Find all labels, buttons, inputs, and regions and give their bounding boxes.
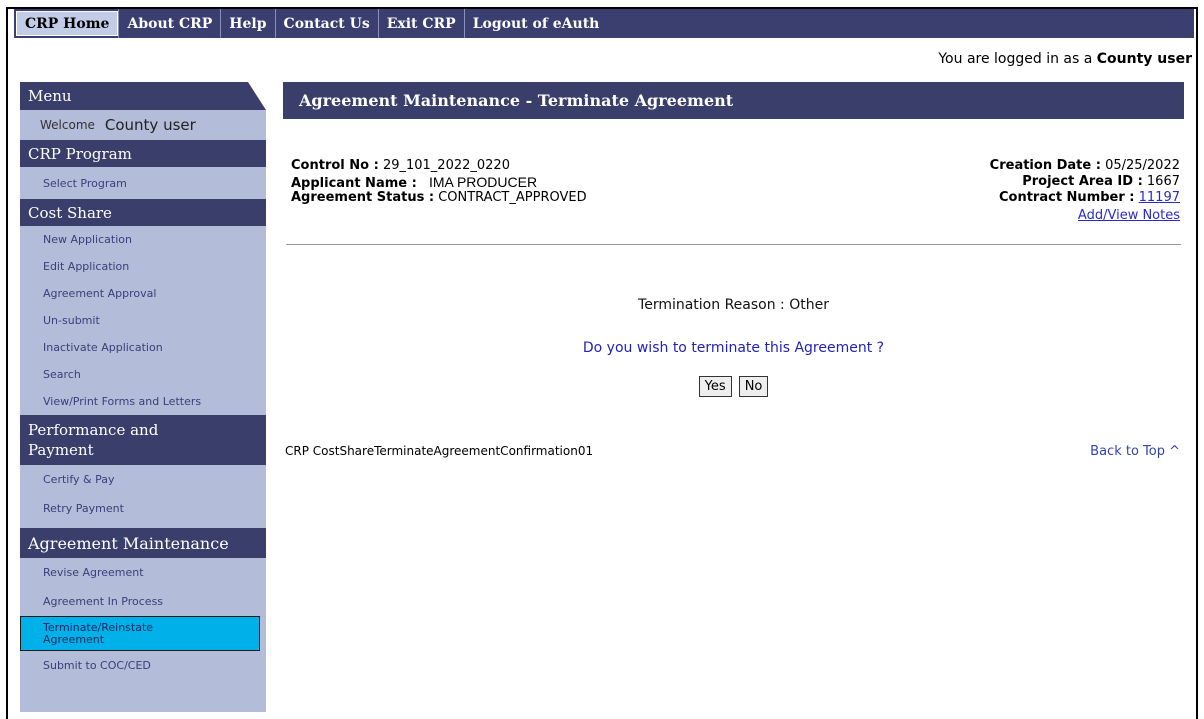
sidebar: Menu Welcome County user CRP Program Sel… (20, 82, 266, 712)
yes-button[interactable]: Yes (698, 376, 732, 397)
sidebar-item-new-application[interactable]: New Application (20, 226, 266, 253)
page-identifier: CRP CostShareTerminateAgreementConfirmat… (285, 444, 594, 458)
sidebar-item-retry-payment[interactable]: Retry Payment (20, 494, 266, 523)
project-area-label: Project Area ID : (1022, 174, 1143, 189)
control-no-row: Control No : 29_101_2022_0220 (291, 158, 510, 173)
login-role: County user (1096, 51, 1192, 67)
top-navigation: CRP Home About CRP Help Contact Us Exit … (14, 9, 1194, 38)
section-agreement-maintenance: Agreement Maintenance (20, 528, 266, 558)
section-title-line2: Payment (28, 441, 94, 459)
creation-date-label: Creation Date : (989, 158, 1101, 173)
sidebar-item-inactivate-application[interactable]: Inactivate Application (20, 334, 266, 361)
section-cost-share: Cost Share (20, 199, 266, 226)
termination-reason: Termination Reason : Other (638, 297, 829, 313)
notes-row: Add/View Notes (1078, 208, 1180, 223)
sidebar-item-certify-pay[interactable]: Certify & Pay (20, 465, 266, 494)
nav-crp-home[interactable]: CRP Home (16, 11, 119, 36)
divider (286, 244, 1181, 245)
sidebar-item-view-print-forms[interactable]: View/Print Forms and Letters (20, 388, 266, 415)
section-title: Agreement Maintenance (28, 533, 229, 553)
creation-date-value: 05/25/2022 (1105, 158, 1180, 173)
page-title-bar: Agreement Maintenance - Terminate Agreem… (283, 82, 1184, 119)
section-title: CRP Program (28, 144, 132, 163)
login-prefix: You are logged in as a (938, 51, 1093, 67)
sidebar-item-agreement-approval[interactable]: Agreement Approval (20, 280, 266, 307)
control-no-value: 29_101_2022_0220 (382, 158, 510, 173)
section-title: Cost Share (28, 203, 112, 222)
sidebar-item-terminate-reinstate[interactable]: Terminate/Reinstate Agreement (20, 616, 260, 651)
nav-about-crp[interactable]: About CRP (118, 9, 220, 38)
project-area-row: Project Area ID : 1667 (1022, 174, 1180, 189)
nav-exit-crp[interactable]: Exit CRP (377, 9, 464, 38)
project-area-value: 1667 (1146, 174, 1180, 189)
menu-header: Menu (20, 82, 266, 110)
status-row: Agreement Status : CONTRACT_APPROVED (291, 190, 587, 205)
creation-date-row: Creation Date : 05/25/2022 (990, 158, 1180, 173)
sidebar-item-agreement-in-process[interactable]: Agreement In Process (20, 587, 266, 616)
status-value: CONTRACT_APPROVED (438, 190, 587, 205)
sidebar-item-submit-coc-ced[interactable]: Submit to COC/CED (20, 651, 266, 679)
sidebar-item-select-program[interactable]: Select Program (20, 167, 266, 199)
confirm-buttons: Yes No (283, 375, 1184, 397)
confirm-question: Do you wish to terminate this Agreement … (582, 340, 885, 356)
applicant-row: Applicant Name : IMA PRODUCER (291, 174, 537, 191)
control-no-label: Control No : (291, 158, 379, 173)
section-title-line1: Performance and (28, 421, 159, 439)
sidebar-item-edit-application[interactable]: Edit Application (20, 253, 266, 280)
welcome-label: Welcome (40, 118, 95, 132)
sidebar-item-revise-agreement[interactable]: Revise Agreement (20, 558, 266, 587)
sidebar-item-un-submit[interactable]: Un-submit (20, 307, 266, 334)
welcome-row: Welcome County user (20, 110, 266, 140)
section-crp-program: CRP Program (20, 140, 266, 167)
applicant-value: IMA PRODUCER (428, 174, 538, 190)
back-to-top-link[interactable]: Back to Top ^ (1090, 444, 1180, 459)
item-label-line1: Terminate/Reinstate (43, 620, 154, 634)
nav-logout[interactable]: Logout of eAuth (463, 9, 608, 38)
no-button[interactable]: No (738, 376, 769, 397)
menu-title: Menu (28, 87, 72, 105)
nav-contact-us[interactable]: Contact Us (274, 9, 378, 38)
applicant-label: Applicant Name : (291, 176, 417, 191)
add-view-notes-link[interactable]: Add/View Notes (1078, 208, 1180, 223)
welcome-name: County user (104, 116, 196, 134)
status-label: Agreement Status : (291, 190, 435, 205)
contract-number-row: Contract Number : 11197 (999, 190, 1180, 205)
login-status: You are logged in as a County user (938, 51, 1192, 67)
sidebar-item-search[interactable]: Search (20, 361, 266, 388)
nav-help[interactable]: Help (220, 9, 274, 38)
item-label-line2: Agreement (43, 632, 105, 646)
contract-number-link[interactable]: 11197 (1139, 190, 1180, 205)
section-performance-payment: Performance and Payment (20, 415, 266, 465)
page-title: Agreement Maintenance - Terminate Agreem… (299, 91, 734, 110)
contract-number-label: Contract Number : (998, 190, 1135, 205)
